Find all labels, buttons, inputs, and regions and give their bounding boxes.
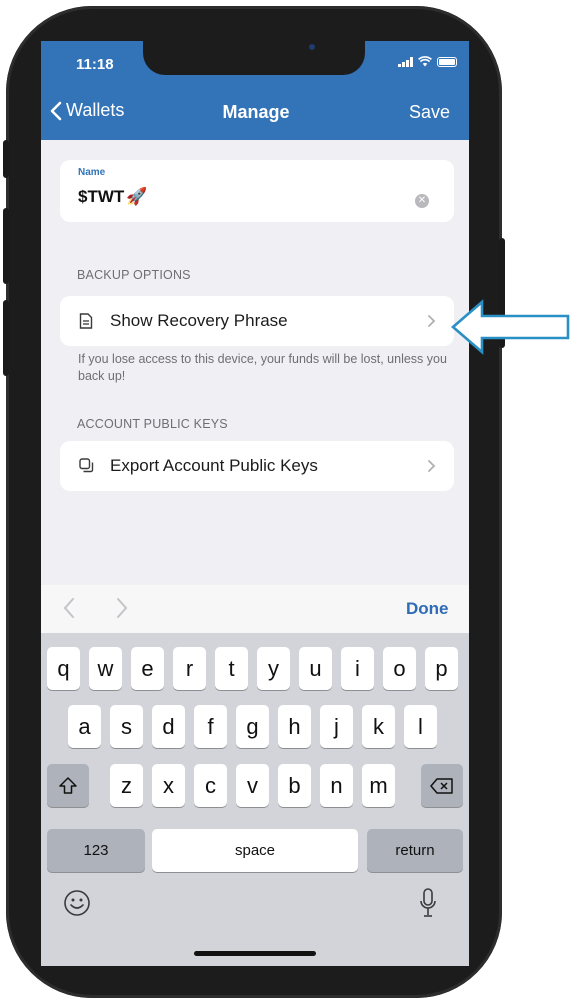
- next-field-icon[interactable]: [115, 597, 129, 619]
- key-l[interactable]: l: [404, 705, 437, 748]
- microphone-icon[interactable]: [419, 887, 437, 919]
- space-key[interactable]: space: [152, 829, 358, 872]
- emoji-icon[interactable]: [63, 889, 91, 917]
- mute-switch: [3, 140, 9, 178]
- back-label: Wallets: [66, 100, 125, 120]
- return-key[interactable]: return: [367, 829, 463, 872]
- key-a[interactable]: a: [68, 705, 101, 748]
- previous-field-icon[interactable]: [62, 597, 76, 619]
- name-field-label: Name: [78, 167, 106, 178]
- key-o[interactable]: o: [383, 647, 416, 690]
- key-m[interactable]: m: [362, 764, 395, 807]
- key-i[interactable]: i: [341, 647, 374, 690]
- key-k[interactable]: k: [362, 705, 395, 748]
- key-c[interactable]: c: [194, 764, 227, 807]
- key-n[interactable]: n: [320, 764, 353, 807]
- key-e[interactable]: e: [131, 647, 164, 690]
- key-z[interactable]: z: [110, 764, 143, 807]
- keyboard: q w e r t y u i o p a s d f g h j k l z …: [41, 633, 469, 966]
- export-public-keys-row[interactable]: Export Account Public Keys: [60, 441, 454, 491]
- key-v[interactable]: v: [236, 764, 269, 807]
- backspace-icon: [430, 778, 453, 794]
- volume-up-button: [3, 208, 9, 284]
- save-button[interactable]: Save: [409, 102, 450, 123]
- keys-section-label: ACCOUNT PUBLIC KEYS: [77, 417, 228, 431]
- camera-icon: [309, 44, 315, 50]
- name-field-value[interactable]: $TWT 🚀: [78, 187, 147, 207]
- delete-key[interactable]: [421, 764, 463, 807]
- backup-hint: If you lose access to this device, your …: [78, 352, 447, 383]
- key-r[interactable]: r: [173, 647, 206, 690]
- copy-icon: [79, 458, 94, 473]
- key-q[interactable]: q: [47, 647, 80, 690]
- chevron-left-icon: [50, 101, 62, 120]
- rocket-emoji: 🚀: [126, 187, 148, 206]
- backup-section-label: BACKUP OPTIONS: [77, 268, 191, 282]
- keyboard-accessory-bar: [41, 585, 469, 633]
- key-t[interactable]: t: [215, 647, 248, 690]
- export-public-keys-label: Export Account Public Keys: [110, 456, 318, 475]
- wifi-icon: [418, 56, 432, 67]
- notch: [143, 41, 365, 75]
- clear-text-icon[interactable]: ✕: [415, 194, 429, 208]
- key-j[interactable]: j: [320, 705, 353, 748]
- key-s[interactable]: s: [110, 705, 143, 748]
- numbers-key[interactable]: 123: [47, 829, 145, 872]
- key-b[interactable]: b: [278, 764, 311, 807]
- document-icon: [79, 313, 93, 329]
- key-f[interactable]: f: [194, 705, 227, 748]
- home-indicator: [194, 951, 316, 956]
- key-w[interactable]: w: [89, 647, 122, 690]
- key-y[interactable]: y: [257, 647, 290, 690]
- status-icons: [398, 56, 457, 67]
- chevron-right-icon: [428, 460, 436, 472]
- show-recovery-phrase-row[interactable]: Show Recovery Phrase: [60, 296, 454, 346]
- key-p[interactable]: p: [425, 647, 458, 690]
- chevron-right-icon: [428, 315, 436, 327]
- volume-down-button: [3, 300, 9, 376]
- battery-icon: [437, 56, 457, 67]
- key-g[interactable]: g: [236, 705, 269, 748]
- key-h[interactable]: h: [278, 705, 311, 748]
- show-recovery-phrase-label: Show Recovery Phrase: [110, 311, 288, 330]
- status-time: 11:18: [76, 56, 114, 73]
- annotation-arrow-icon: [451, 299, 570, 355]
- shift-icon: [59, 777, 77, 794]
- name-text: $TWT: [78, 187, 125, 206]
- done-button[interactable]: Done: [406, 599, 449, 619]
- back-button[interactable]: Wallets: [50, 100, 124, 121]
- key-d[interactable]: d: [152, 705, 185, 748]
- page-title: Manage: [222, 102, 290, 122]
- key-x[interactable]: x: [152, 764, 185, 807]
- signal-icon: [398, 56, 413, 67]
- shift-key[interactable]: [47, 764, 89, 807]
- key-u[interactable]: u: [299, 647, 332, 690]
